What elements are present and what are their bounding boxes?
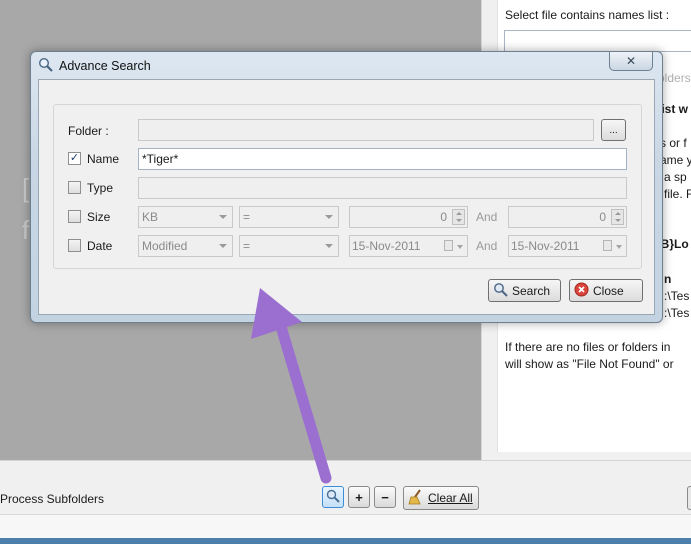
chevron-down-icon bbox=[457, 245, 463, 249]
ghost-text-2: f bbox=[22, 215, 30, 245]
date-from-picker[interactable]: 15-Nov-2011 bbox=[349, 235, 468, 257]
close-icon: ✕ bbox=[625, 54, 637, 68]
name-input-value: *Tiger* bbox=[142, 152, 179, 166]
date-to-picker[interactable]: 15-Nov-2011 bbox=[508, 235, 627, 257]
help-line-4: file. F bbox=[664, 187, 691, 201]
size-checkbox[interactable] bbox=[68, 210, 81, 223]
chevron-down-icon bbox=[325, 215, 333, 219]
select-file-label: Select file contains names list : bbox=[505, 8, 670, 22]
size-unit-value: KB bbox=[142, 210, 159, 224]
close-button[interactable]: Close bbox=[569, 279, 643, 302]
footer-help-line-2: will show as "File Not Found" or bbox=[505, 357, 674, 371]
size-unit-select[interactable]: KB bbox=[138, 206, 233, 228]
footer-help-line-1: If there are no files or folders in bbox=[505, 340, 671, 354]
date-kind-value: Modified bbox=[142, 239, 188, 253]
clear-all-button[interactable]: Clear All bbox=[403, 486, 479, 510]
chevron-down-icon bbox=[325, 244, 333, 248]
type-input[interactable] bbox=[138, 177, 627, 199]
date-from-value: 15-Nov-2011 bbox=[352, 239, 421, 253]
name-label: Name bbox=[87, 152, 120, 166]
status-strip bbox=[0, 514, 691, 538]
type-label: Type bbox=[87, 181, 114, 195]
size-from-value: 0 bbox=[440, 210, 447, 224]
help-line-2: ame y bbox=[660, 153, 691, 167]
size-to-value: 0 bbox=[599, 210, 606, 224]
broom-icon bbox=[408, 488, 424, 508]
close-circle-icon bbox=[574, 282, 589, 300]
checkmark-icon: ✓ bbox=[69, 152, 80, 164]
dialog-client-area: Folder : ... ✓ Name *Tiger* Type Size KB… bbox=[38, 79, 655, 315]
browse-folder-button[interactable]: ... bbox=[601, 119, 626, 141]
chevron-down-icon bbox=[219, 215, 227, 219]
dialog-title: Advance Search bbox=[59, 59, 151, 73]
clear-all-label: Clear All bbox=[428, 491, 473, 505]
taskbar-edge bbox=[0, 538, 691, 544]
right-edge-button[interactable] bbox=[687, 486, 691, 510]
size-operator-value: = bbox=[243, 210, 251, 224]
date-and-label: And bbox=[476, 239, 498, 253]
chevron-down-icon bbox=[616, 245, 622, 249]
example-heading: n bbox=[664, 272, 672, 286]
names-list-file-input[interactable] bbox=[504, 30, 691, 52]
spinner-arrows-icon[interactable] bbox=[452, 209, 465, 225]
search-button[interactable]: Search bbox=[488, 279, 561, 302]
date-label: Date bbox=[87, 239, 113, 253]
ghost-text-1: [ bbox=[22, 173, 30, 203]
remove-button[interactable]: − bbox=[374, 486, 396, 508]
size-to-spinner[interactable]: 0 bbox=[508, 206, 627, 228]
type-checkbox[interactable] bbox=[68, 181, 81, 194]
size-label: Size bbox=[87, 210, 111, 224]
folder-label: Folder : bbox=[68, 124, 109, 138]
date-to-value: 15-Nov-2011 bbox=[511, 239, 580, 253]
advance-search-dialog: Advance Search ✕ Folder : ... ✓ Name *Ti… bbox=[30, 51, 663, 323]
spinner-arrows-icon[interactable] bbox=[611, 209, 624, 225]
chevron-down-icon bbox=[219, 244, 227, 248]
size-from-spinner[interactable]: 0 bbox=[349, 206, 468, 228]
date-kind-select[interactable]: Modified bbox=[138, 235, 233, 257]
name-input[interactable]: *Tiger* bbox=[138, 148, 627, 170]
size-operator-select[interactable]: = bbox=[239, 206, 339, 228]
example-path-1: :\Tes bbox=[664, 289, 690, 303]
size-and-label: And bbox=[476, 210, 498, 224]
title-close-button[interactable]: ✕ bbox=[609, 52, 653, 71]
advance-search-button[interactable] bbox=[322, 486, 344, 508]
name-checkbox[interactable]: ✓ bbox=[68, 152, 81, 165]
help-line-3: a sp bbox=[664, 170, 687, 184]
search-icon bbox=[326, 489, 340, 506]
calendar-icon bbox=[603, 240, 612, 251]
example-path-2: :\Tes bbox=[664, 306, 690, 320]
search-icon bbox=[493, 282, 508, 300]
help-line-1: s or f bbox=[660, 136, 687, 150]
date-operator-value: = bbox=[243, 239, 251, 253]
add-button[interactable]: + bbox=[348, 486, 370, 508]
search-icon bbox=[38, 57, 54, 76]
search-button-label: Search bbox=[512, 283, 551, 298]
calendar-icon bbox=[444, 240, 453, 251]
close-button-label: Close bbox=[593, 283, 624, 298]
process-subfolders-label[interactable]: Process Subfolders bbox=[0, 492, 104, 506]
folder-input[interactable] bbox=[138, 119, 594, 141]
date-operator-select[interactable]: = bbox=[239, 235, 339, 257]
date-checkbox[interactable] bbox=[68, 239, 81, 252]
